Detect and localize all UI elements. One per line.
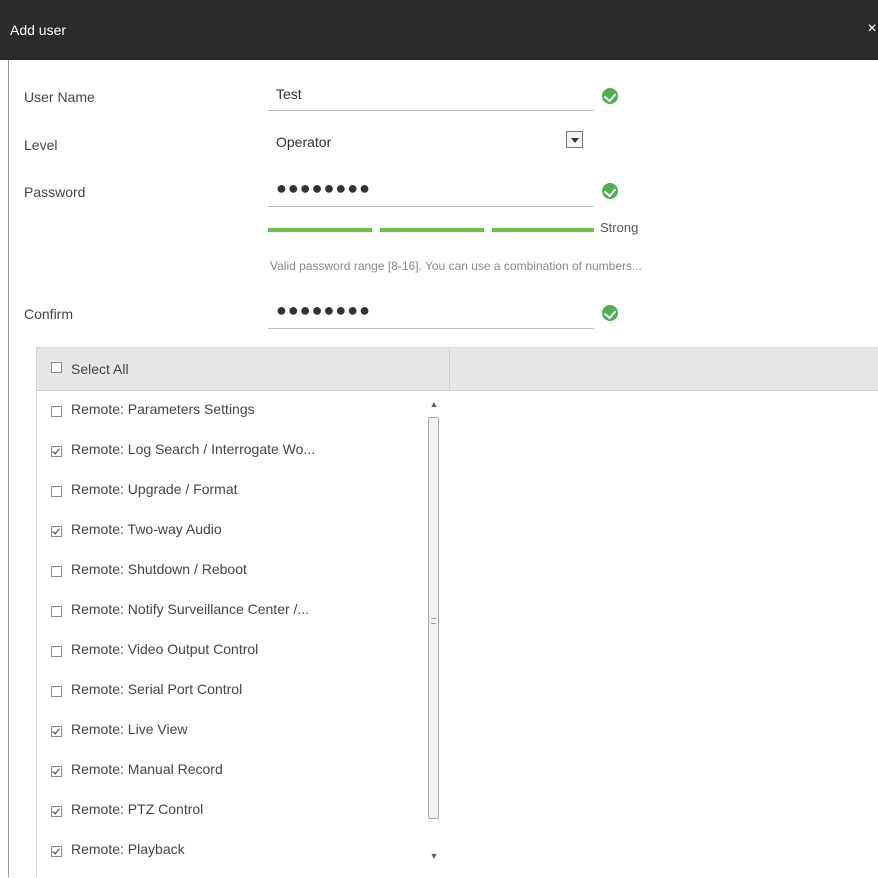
password-valid-icon	[602, 183, 618, 199]
permission-item[interactable]: Remote: Serial Port Control	[37, 671, 437, 711]
level-dropdown-arrow-icon[interactable]	[566, 131, 583, 148]
permission-item[interactable]: Remote: Parameters Settings	[37, 391, 437, 431]
dialog-title: Add user	[10, 22, 67, 38]
password-strength-bar-3	[492, 228, 594, 232]
permission-item[interactable]: Remote: Notify Surveillance Center /...	[37, 591, 437, 631]
level-select[interactable]: Operator	[268, 128, 594, 158]
permissions-header: Select All	[37, 348, 878, 391]
level-label: Level	[24, 137, 58, 153]
permission-label: Remote: Upgrade / Format	[71, 481, 238, 497]
permission-checkbox[interactable]	[51, 566, 62, 577]
password-value: ●●●●●●●●	[276, 178, 371, 198]
password-strength-label: Strong	[600, 220, 639, 235]
permission-checkbox[interactable]	[51, 446, 62, 457]
permission-item[interactable]: Remote: Two-way Audio	[37, 511, 437, 551]
permission-checkbox[interactable]	[51, 806, 62, 817]
close-icon[interactable]: ×	[866, 20, 878, 38]
permissions-scrollbar[interactable]: ▲ ▼	[427, 391, 441, 878]
password-strength-bar-2	[380, 228, 484, 232]
permission-item[interactable]: Remote: Playback	[37, 831, 437, 871]
confirm-value: ●●●●●●●●	[276, 300, 371, 320]
user-name-label: User Name	[24, 89, 95, 105]
permission-checkbox[interactable]	[51, 406, 62, 417]
permission-label: Remote: Live View	[71, 721, 188, 737]
confirm-label: Confirm	[24, 306, 74, 322]
permission-checkbox[interactable]	[51, 486, 62, 497]
user-name-valid-icon	[602, 88, 618, 104]
confirm-field[interactable]: ●●●●●●●●	[268, 298, 594, 329]
permission-label: Remote: Serial Port Control	[71, 681, 243, 697]
permission-label: Remote: PTZ Control	[71, 801, 204, 817]
user-name-field[interactable]: Test	[268, 80, 594, 111]
permission-checkbox[interactable]	[51, 726, 62, 737]
permission-label: Remote: Manual Record	[71, 761, 223, 777]
level-value: Operator	[276, 134, 332, 150]
header-divider	[449, 348, 450, 390]
permission-item[interactable]: Remote: PTZ Control	[37, 791, 437, 831]
scroll-down-icon[interactable]: ▼	[427, 851, 441, 861]
dialog-titlebar: Add user ×	[0, 0, 878, 60]
password-label: Password	[24, 184, 86, 200]
scroll-thumb[interactable]	[428, 417, 439, 819]
permission-checkbox[interactable]	[51, 686, 62, 697]
permission-checkbox[interactable]	[51, 526, 62, 537]
password-hint: Valid password range [8-16]. You can use…	[270, 259, 643, 273]
permissions-list: Remote: Parameters Settings Remote: Log S…	[37, 391, 449, 878]
permission-checkbox[interactable]	[51, 606, 62, 617]
password-strength-bar-1	[268, 228, 372, 232]
permissions-table: Select All Remote: Parameters Settings Re…	[36, 347, 878, 877]
permission-item[interactable]: Remote: Live View	[37, 711, 437, 751]
permission-label: Remote: Shutdown / Reboot	[71, 561, 247, 577]
permission-label: Remote: Playback	[71, 841, 185, 857]
select-all-checkbox[interactable]	[51, 362, 62, 373]
permission-label: Remote: Two-way Audio	[71, 521, 222, 537]
permission-item[interactable]: Remote: Video Output Control	[37, 631, 437, 671]
scroll-up-icon[interactable]: ▲	[427, 399, 441, 409]
permission-item[interactable]: Remote: Upgrade / Format	[37, 471, 437, 511]
user-name-value: Test	[276, 86, 302, 102]
permission-checkbox[interactable]	[51, 846, 62, 857]
permission-label: Remote: Notify Surveillance Center /...	[71, 601, 310, 617]
permission-label: Remote: Log Search / Interrogate Wo...	[71, 441, 316, 457]
permission-item[interactable]: Remote: Shutdown / Reboot	[37, 551, 437, 591]
permission-checkbox[interactable]	[51, 646, 62, 657]
select-all-label: Select All	[71, 361, 129, 377]
permission-item[interactable]: Remote: Log Search / Interrogate Wo...	[37, 431, 437, 471]
confirm-valid-icon	[602, 305, 618, 321]
permission-checkbox[interactable]	[51, 766, 62, 777]
password-field[interactable]: ●●●●●●●●	[268, 176, 594, 207]
permission-label: Remote: Video Output Control	[71, 641, 259, 657]
permission-item[interactable]: Remote: Manual Record	[37, 751, 437, 791]
permission-label: Remote: Parameters Settings	[71, 401, 255, 417]
dialog-left-border	[8, 60, 9, 877]
